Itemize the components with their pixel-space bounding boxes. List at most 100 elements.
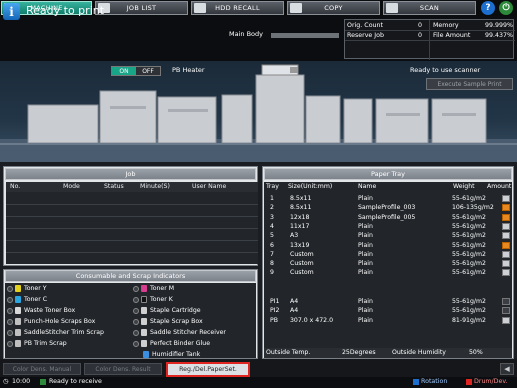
color-dens-manual-button[interactable]: Color Dens. Manual xyxy=(3,363,81,375)
tray-row[interactable]: 9 Custom Plain 55-61g/m2 xyxy=(265,268,511,277)
tray-size: 13x19 xyxy=(290,241,310,249)
file-amount-value: 99.437% xyxy=(485,32,514,39)
time: 10:00 xyxy=(12,378,31,385)
tray-tray: 7 xyxy=(270,250,274,258)
tab-scan[interactable]: SCAN xyxy=(383,1,476,15)
tray-name: Plain xyxy=(358,298,373,305)
consumable-item: Staple Cartridge xyxy=(133,306,201,315)
tray-name: Plain xyxy=(358,250,373,258)
tray-size: A4 xyxy=(290,298,299,305)
tray-weight: 55-61g/m2 xyxy=(452,269,486,277)
consumable-item: Saddle Stitcher Receiver xyxy=(133,328,226,337)
tray-row[interactable]: PB 307.0 x 472.0 Plain 81-91g/m2 xyxy=(265,316,511,325)
machine-drawing xyxy=(0,64,517,162)
tray-row[interactable]: 5 A3 Plain 55-61g/m2 xyxy=(265,231,511,240)
tray-row[interactable]: PI1 A4 Plain 55-61g/m2 xyxy=(265,297,511,306)
tray-name: Plain xyxy=(358,195,373,202)
counter-panel: Orig. Count 0 Reserve Job 0 Memory 99.99… xyxy=(344,19,515,60)
consumable-item: Perfect Binder Glue xyxy=(133,339,210,348)
main-body-bar xyxy=(271,33,339,38)
job-header: No. Mode Status Minute(S) User Name xyxy=(6,182,258,192)
machine-illustration xyxy=(0,61,517,162)
power-icon[interactable]: ⏻ xyxy=(499,1,513,15)
tray-row[interactable]: 6 13x19 Plain 55-61g/m2 xyxy=(265,241,511,250)
tray-name: Plain xyxy=(358,307,373,315)
tray-size: A3 xyxy=(290,232,299,240)
tray-name: SampleProfile_003 xyxy=(358,204,416,212)
rotation-label: Rotation xyxy=(421,378,448,385)
consumable-title: Consumable and Scrap Indicators xyxy=(5,270,256,282)
pb-heater-label: PB Heater xyxy=(172,66,205,74)
hdd-icon xyxy=(194,3,206,13)
consumable-item: Toner Y xyxy=(7,284,47,293)
color-dens-result-button[interactable]: Color Dens. Result xyxy=(84,363,162,375)
help-icon[interactable]: ? xyxy=(481,1,495,15)
on-option[interactable]: ON xyxy=(112,67,136,75)
tray-name: Plain xyxy=(358,241,373,249)
tray-weight: 55-61g/m2 xyxy=(452,260,486,268)
consumable-item: Toner K xyxy=(133,295,173,304)
tray-row[interactable]: 4 11x17 Plain 55-61g/m2 xyxy=(265,222,511,231)
tray-tray: 2 xyxy=(270,204,274,212)
rotation-icon xyxy=(413,379,419,385)
paper-tray-title: Paper Tray xyxy=(264,168,512,180)
tray-weight: 55-61g/m2 xyxy=(452,232,486,240)
tray-row[interactable]: 2 8.5x11 SampleProfile_003 106-135g/m2 xyxy=(265,203,511,212)
footer-bar: ◷ 10:00 Ready to receive Rotation Drum/D… xyxy=(0,377,517,388)
paper-low-icon xyxy=(502,204,510,212)
job-list[interactable] xyxy=(6,192,258,264)
tray-tray: 6 xyxy=(270,241,274,249)
consumable-item: Staple Scrap Box xyxy=(133,317,203,326)
scanner-status: Ready to use scanner xyxy=(410,66,481,74)
tray-tray: 9 xyxy=(270,269,274,277)
consumable-list: Toner Y Toner C Waste Toner Box Punch-Ho… xyxy=(5,283,256,358)
pb-heater-toggle[interactable]: ON OFF xyxy=(111,66,161,76)
paper-level-icon xyxy=(502,222,510,230)
execute-sample-print-button[interactable]: Execute Sample Print xyxy=(426,78,513,90)
status-message: Ready to print xyxy=(26,4,105,17)
tray-size: 8.5x11 xyxy=(290,204,312,212)
tray-weight: 81-91g/m2 xyxy=(452,316,486,324)
job-title: Job xyxy=(5,168,256,180)
consumable-item: Humidifier Tank xyxy=(143,350,200,359)
tray-weight: 55-61g/m2 xyxy=(452,241,486,249)
paper-level-icon xyxy=(502,195,510,202)
reg-del-paper-set-button[interactable]: Reg./Del.PaperSet. xyxy=(166,362,250,377)
paper-low-icon xyxy=(502,213,510,221)
tray-weight: 55-61g/m2 xyxy=(452,213,486,221)
main-body-label: Main Body xyxy=(229,30,263,38)
tray-size: Custom xyxy=(290,260,314,268)
consumable-item: Toner C xyxy=(7,295,47,304)
paper-level-icon xyxy=(502,260,510,268)
memory-label: Memory xyxy=(433,22,459,29)
tray-tray: 1 xyxy=(270,195,274,202)
consumable-item: SaddleStitcher Trim Scrap xyxy=(7,328,104,337)
tray-row[interactable]: 8 Custom Plain 55-61g/m2 xyxy=(265,259,511,268)
tab-copy[interactable]: COPY xyxy=(287,1,380,15)
tray-weight: 55-61g/m2 xyxy=(452,250,486,258)
tray-row[interactable]: 1 8.5x11 Plain 55-61g/m2 xyxy=(265,194,511,203)
tray-row[interactable]: 7 Custom Plain 55-61g/m2 xyxy=(265,250,511,259)
orig-count: 0 xyxy=(418,22,423,29)
tray-tray: 5 xyxy=(270,232,274,240)
tray-size: 11x17 xyxy=(290,222,310,230)
tray-name: Plain xyxy=(358,316,373,324)
off-option[interactable]: OFF xyxy=(136,67,160,75)
tray-weight: 55-61g/m2 xyxy=(452,307,486,315)
tab-hdd-recall[interactable]: HDD RECALL xyxy=(191,1,284,15)
tray-tray: 3 xyxy=(270,213,274,221)
consumable-item: Waste Toner Box xyxy=(7,306,75,315)
tray-size: A4 xyxy=(290,307,299,315)
tray-size: Custom xyxy=(290,269,314,277)
tray-tray: 4 xyxy=(270,222,274,230)
tray-weight: 106-135g/m2 xyxy=(452,204,494,212)
consumable-item: PB Trim Scrap xyxy=(7,339,67,348)
info-icon: i xyxy=(3,3,20,20)
tray-row[interactable]: PI2 A4 Plain 55-61g/m2 xyxy=(265,306,511,315)
tab-job-list[interactable]: JOB LIST xyxy=(95,1,188,15)
paper-level-icon xyxy=(502,307,510,315)
tray-name: Plain xyxy=(358,269,373,277)
tray-row[interactable]: 3 12x18 SampleProfile_005 55-61g/m2 xyxy=(265,213,511,222)
tray-size: Custom xyxy=(290,250,314,258)
scroll-left-icon[interactable]: ◀ xyxy=(500,363,514,375)
